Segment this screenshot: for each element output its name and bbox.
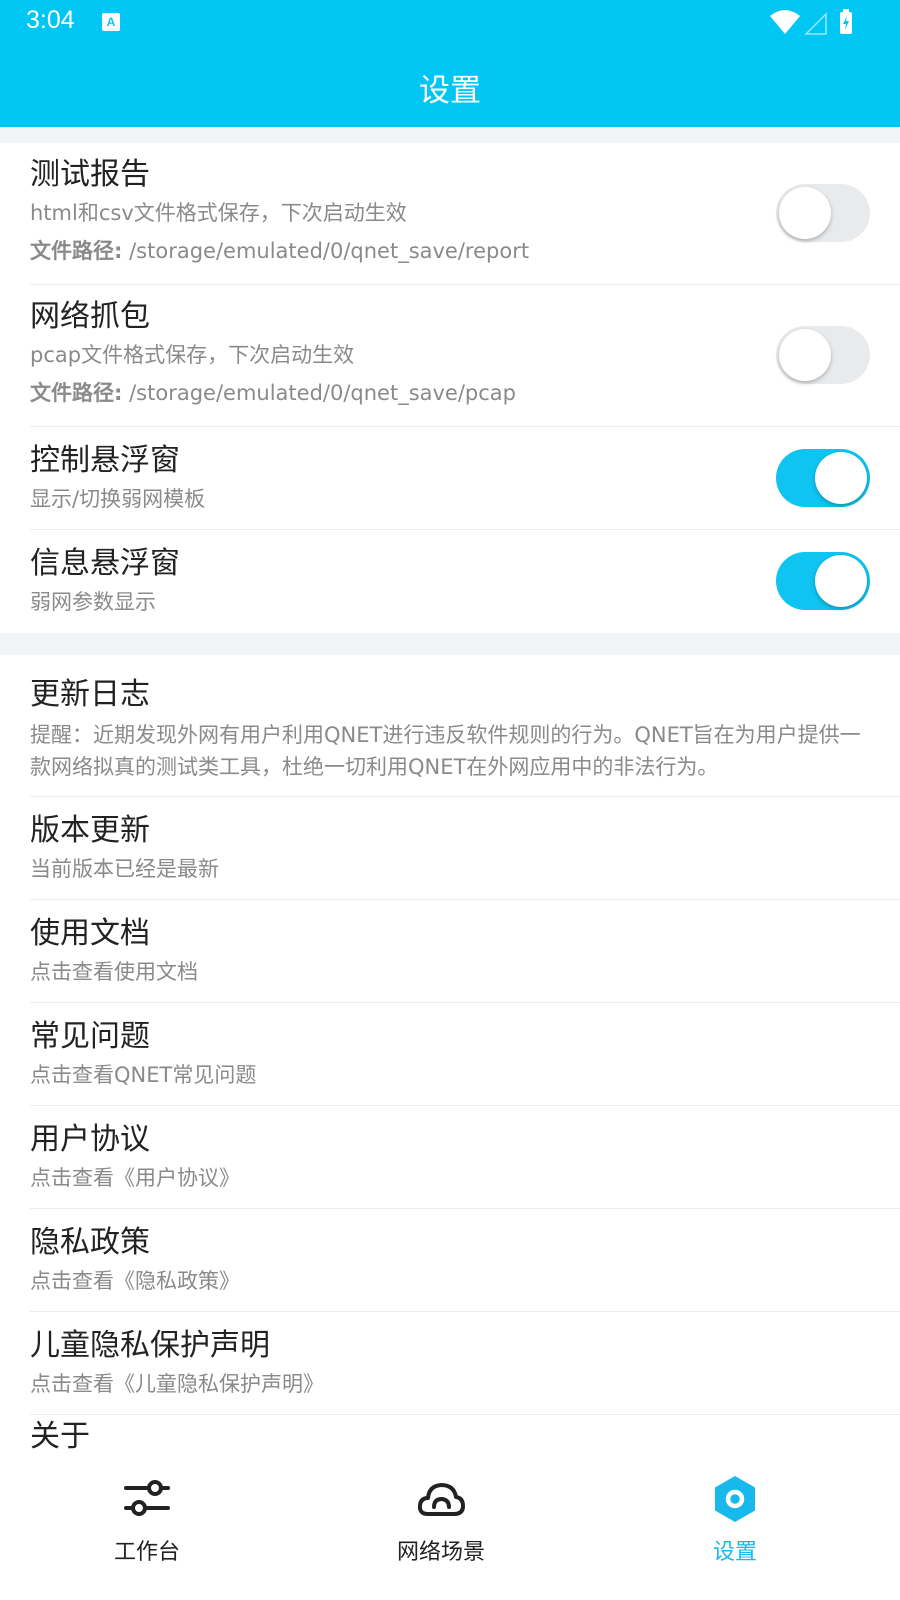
info-float-toggle[interactable] [776, 552, 870, 610]
bottom-nav: 工作台 网络场景 设置 [0, 1462, 900, 1600]
a-icon: A [102, 13, 120, 31]
item-title: 使用文档 [30, 916, 150, 951]
nav-label: 网络场景 [396, 1540, 485, 1565]
item-user-agreement[interactable]: 用户协议 点击查看《用户协议》 [30, 1106, 900, 1209]
item-subtitle: 点击查看QNET常见问题 [30, 1063, 257, 1087]
app-header: 3:04 A 设置 [0, 0, 900, 127]
item-subtitle: 点击查看《隐私政策》 [30, 1269, 240, 1293]
setting-title: 信息悬浮窗 [30, 546, 180, 581]
cloud-icon [417, 1483, 465, 1516]
nav-network-scene[interactable]: 网络场景 [341, 1474, 541, 1566]
item-title: 更新日志 [30, 677, 150, 712]
setting-subtitle: 显示/切换弱网模板 [30, 487, 206, 511]
toggle-knob [779, 187, 831, 239]
toggle-knob [815, 452, 867, 504]
packet-capture-toggle[interactable] [776, 326, 870, 384]
item-title: 版本更新 [30, 813, 150, 848]
item-version-update[interactable]: 版本更新 当前版本已经是最新 [30, 797, 900, 900]
setting-info-float: 信息悬浮窗 弱网参数显示 [30, 530, 900, 633]
toggle-knob [779, 329, 831, 381]
item-about[interactable]: 关于 [30, 1415, 900, 1462]
item-subtitle: 点击查看《用户协议》 [30, 1166, 240, 1190]
settings-list[interactable]: 测试报告 html和csv文件格式保存，下次启动生效 文件路径: /storag… [0, 127, 900, 1462]
status-icons [770, 9, 852, 35]
sliders-icon [124, 1480, 170, 1516]
setting-path: 文件路径: /storage/emulated/0/qnet_save/pcap [30, 379, 900, 407]
section-divider [0, 633, 900, 655]
item-title: 关于 [30, 1419, 90, 1454]
setting-subtitle: 弱网参数显示 [30, 590, 156, 614]
test-report-toggle[interactable] [776, 184, 870, 242]
signal-icon [804, 12, 827, 35]
item-title: 用户协议 [30, 1122, 150, 1157]
path-value: /storage/emulated/0/qnet_save/report [129, 239, 530, 263]
nav-label: 工作台 [113, 1540, 180, 1565]
path-label: 文件路径: [30, 381, 123, 405]
setting-packet-capture: 网络抓包 pcap文件格式保存，下次启动生效 文件路径: /storage/em… [30, 285, 900, 427]
item-subtitle: 点击查看《儿童隐私保护声明》 [30, 1372, 324, 1396]
page-title: 设置 [419, 73, 481, 109]
setting-title: 控制悬浮窗 [30, 443, 180, 478]
item-faq[interactable]: 常见问题 点击查看QNET常见问题 [30, 1003, 900, 1106]
setting-test-report: 测试报告 html和csv文件格式保存，下次启动生效 文件路径: /storag… [30, 143, 900, 285]
setting-path: 文件路径: /storage/emulated/0/qnet_save/repo… [30, 237, 900, 265]
section-divider [0, 127, 900, 143]
nav-workbench[interactable]: 工作台 [47, 1474, 247, 1566]
setting-title: 测试报告 [30, 157, 150, 192]
setting-control-float: 控制悬浮窗 显示/切换弱网模板 [30, 427, 900, 530]
wifi-icon [770, 10, 800, 34]
setting-subtitle: html和csv文件格式保存，下次启动生效 [30, 201, 407, 225]
item-documentation[interactable]: 使用文档 点击查看使用文档 [30, 900, 900, 1003]
nav-settings[interactable]: 设置 [635, 1474, 835, 1566]
settings-hex-icon [715, 1476, 755, 1522]
control-float-toggle[interactable] [776, 449, 870, 507]
status-time: 3:04 [26, 6, 75, 34]
nav-label: 设置 [712, 1540, 757, 1565]
toggle-knob [815, 555, 867, 607]
item-subtitle: 当前版本已经是最新 [30, 857, 219, 881]
setting-title: 网络抓包 [30, 299, 150, 334]
item-title: 常见问题 [30, 1019, 150, 1054]
setting-subtitle: pcap文件格式保存，下次启动生效 [30, 343, 355, 367]
item-title: 隐私政策 [30, 1225, 150, 1260]
item-subtitle: 提醒：近期发现外网有用户利用QNET进行违反软件规则的行为。QNET旨在为用户提… [30, 723, 861, 779]
item-title: 儿童隐私保护声明 [30, 1328, 270, 1363]
item-changelog[interactable]: 更新日志 提醒：近期发现外网有用户利用QNET进行违反软件规则的行为。QNET旨… [30, 655, 900, 797]
battery-icon [840, 9, 852, 34]
path-label: 文件路径: [30, 239, 123, 263]
item-privacy-policy[interactable]: 隐私政策 点击查看《隐私政策》 [30, 1209, 900, 1312]
item-subtitle: 点击查看使用文档 [30, 960, 198, 984]
path-value: /storage/emulated/0/qnet_save/pcap [129, 381, 517, 405]
item-children-privacy[interactable]: 儿童隐私保护声明 点击查看《儿童隐私保护声明》 [30, 1312, 900, 1415]
